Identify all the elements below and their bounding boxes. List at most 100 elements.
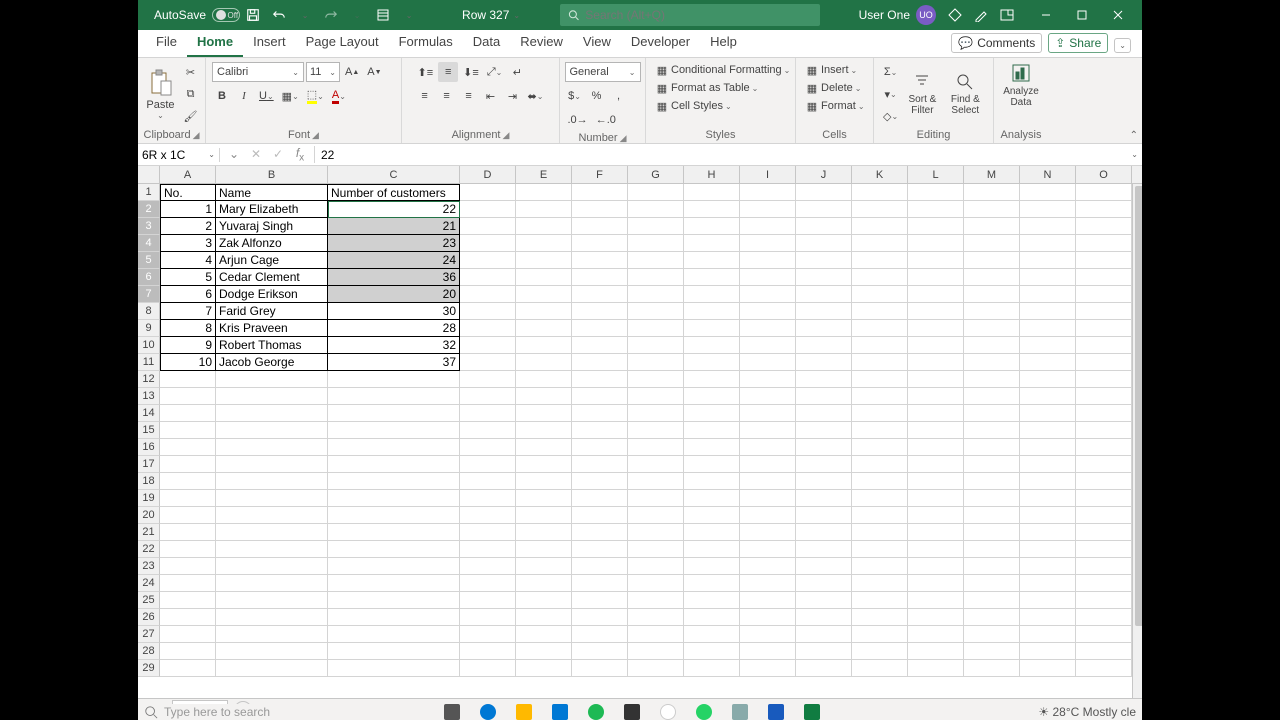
cell[interactable]: [572, 609, 628, 626]
cell[interactable]: [1076, 269, 1132, 286]
cell[interactable]: [328, 609, 460, 626]
cell[interactable]: [1076, 473, 1132, 490]
cell[interactable]: [964, 422, 1020, 439]
row-header[interactable]: 8: [138, 303, 160, 320]
tab-page-layout[interactable]: Page Layout: [296, 30, 389, 57]
share-button[interactable]: ⇪Share: [1048, 33, 1108, 53]
cell[interactable]: [460, 456, 516, 473]
cell[interactable]: [740, 235, 796, 252]
cell[interactable]: [852, 439, 908, 456]
cell[interactable]: [684, 626, 740, 643]
cell[interactable]: [684, 303, 740, 320]
cell[interactable]: [908, 541, 964, 558]
cell[interactable]: [628, 507, 684, 524]
cell[interactable]: [852, 405, 908, 422]
align-bottom-icon[interactable]: ⬇≡: [460, 62, 482, 82]
cell[interactable]: [964, 439, 1020, 456]
cell[interactable]: [908, 643, 964, 660]
cell[interactable]: [852, 235, 908, 252]
shrink-font-icon[interactable]: A▼: [364, 62, 384, 82]
cell[interactable]: [852, 201, 908, 218]
cell[interactable]: [1020, 388, 1076, 405]
cell[interactable]: [160, 456, 216, 473]
cell[interactable]: [796, 201, 852, 218]
cell[interactable]: [684, 473, 740, 490]
col-header-E[interactable]: E: [516, 166, 572, 183]
cell[interactable]: [684, 337, 740, 354]
cell[interactable]: 2: [160, 218, 216, 235]
notepad-icon[interactable]: [732, 704, 748, 720]
row-header[interactable]: 26: [138, 609, 160, 626]
italic-button[interactable]: I: [234, 86, 254, 106]
row-header[interactable]: 7: [138, 286, 160, 303]
cell[interactable]: [684, 524, 740, 541]
col-header-J[interactable]: J: [796, 166, 852, 183]
cell[interactable]: [1020, 626, 1076, 643]
cell[interactable]: [516, 575, 572, 592]
number-format[interactable]: General⌄: [565, 62, 641, 82]
cell[interactable]: [908, 507, 964, 524]
cell[interactable]: [628, 354, 684, 371]
cell[interactable]: [216, 439, 328, 456]
cell[interactable]: Number of customers: [328, 184, 460, 201]
search-box[interactable]: [560, 4, 820, 26]
cell[interactable]: 4: [160, 252, 216, 269]
cell[interactable]: [1020, 490, 1076, 507]
cell[interactable]: [572, 507, 628, 524]
cell[interactable]: [908, 626, 964, 643]
cell[interactable]: [796, 252, 852, 269]
cell[interactable]: [964, 643, 1020, 660]
cell[interactable]: 28: [328, 320, 460, 337]
cell[interactable]: [216, 473, 328, 490]
cell[interactable]: [516, 235, 572, 252]
row-header[interactable]: 28: [138, 643, 160, 660]
cell[interactable]: [964, 371, 1020, 388]
cell[interactable]: [684, 371, 740, 388]
cell[interactable]: [796, 320, 852, 337]
cell[interactable]: [740, 286, 796, 303]
cell[interactable]: [460, 337, 516, 354]
cell[interactable]: [796, 575, 852, 592]
cell[interactable]: [796, 439, 852, 456]
row-header[interactable]: 29: [138, 660, 160, 677]
paste-button[interactable]: Paste⌄: [143, 69, 179, 120]
cell[interactable]: [328, 371, 460, 388]
cell[interactable]: 32: [328, 337, 460, 354]
cell[interactable]: [460, 439, 516, 456]
tab-formulas[interactable]: Formulas: [389, 30, 463, 57]
col-header-L[interactable]: L: [908, 166, 964, 183]
orientation-icon[interactable]: ⤢⌄: [484, 62, 506, 82]
cell[interactable]: [852, 473, 908, 490]
edge-icon[interactable]: [480, 704, 496, 720]
cell[interactable]: [460, 541, 516, 558]
conditional-formatting[interactable]: ▦Conditional Formatting⌄: [652, 62, 793, 78]
cell[interactable]: [628, 626, 684, 643]
cell[interactable]: [1076, 626, 1132, 643]
select-all-corner[interactable]: [138, 166, 160, 183]
cell[interactable]: [572, 592, 628, 609]
col-header-H[interactable]: H: [684, 166, 740, 183]
spotify-icon[interactable]: [588, 704, 604, 720]
cell[interactable]: [1076, 507, 1132, 524]
cell[interactable]: [1076, 201, 1132, 218]
cell[interactable]: [796, 218, 852, 235]
cell[interactable]: [740, 643, 796, 660]
cell[interactable]: [1076, 439, 1132, 456]
row-header[interactable]: 17: [138, 456, 160, 473]
row-header[interactable]: 13: [138, 388, 160, 405]
cell[interactable]: [684, 507, 740, 524]
cell[interactable]: [1020, 269, 1076, 286]
merge-icon[interactable]: ⬌⌄: [525, 86, 547, 106]
cell[interactable]: [964, 201, 1020, 218]
cell[interactable]: [852, 609, 908, 626]
cell[interactable]: [684, 388, 740, 405]
cell[interactable]: [908, 354, 964, 371]
cell[interactable]: [684, 354, 740, 371]
cell[interactable]: [516, 371, 572, 388]
row-header[interactable]: 19: [138, 490, 160, 507]
align-top-icon[interactable]: ⬆≡: [415, 62, 437, 82]
search-input[interactable]: [585, 8, 812, 22]
weather-widget[interactable]: ☀ 28°C Mostly cle: [1038, 705, 1136, 719]
cell[interactable]: [460, 592, 516, 609]
cell[interactable]: [1076, 490, 1132, 507]
